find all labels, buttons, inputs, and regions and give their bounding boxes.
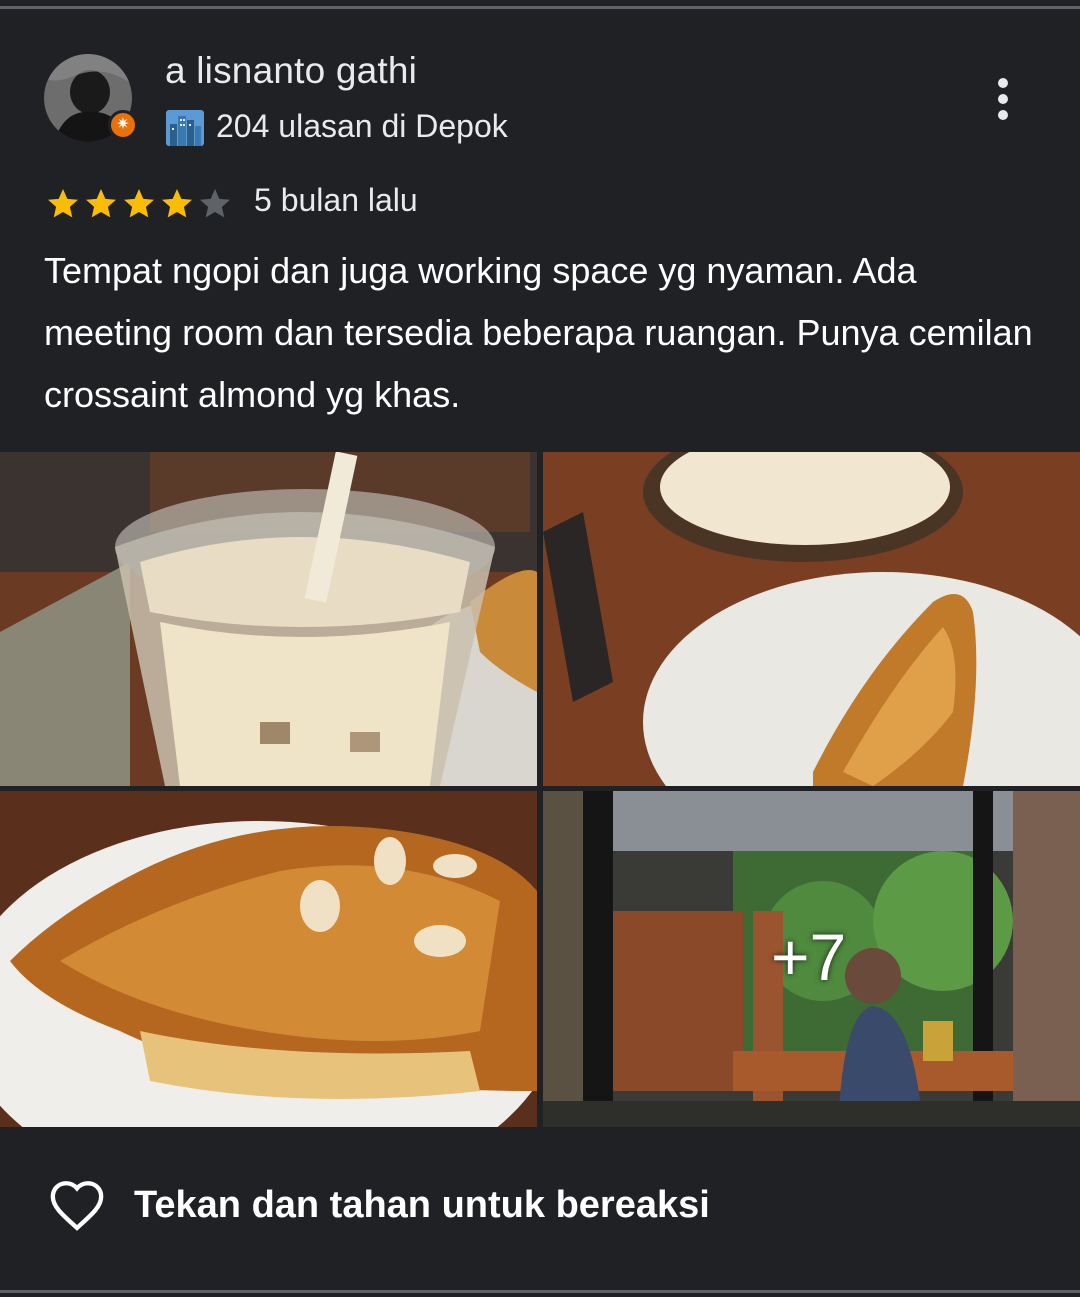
star-filled-icon	[162, 189, 192, 218]
reviewer-avatar[interactable]: ✷	[44, 54, 138, 142]
more-vert-icon[interactable]	[990, 78, 1016, 122]
local-guide-badge-icon: ✷	[108, 110, 138, 140]
review-text: Tempat ngopi dan juga working space yg n…	[44, 250, 1033, 415]
react-label: Tekan dan tahan untuk bereaksi	[134, 1183, 710, 1226]
bottom-divider	[0, 1290, 1080, 1293]
top-divider	[0, 6, 1080, 9]
latte-and-croissant-photo[interactable]	[543, 452, 1080, 786]
react-button[interactable]: Tekan dan tahan untuk bereaksi	[48, 1175, 768, 1235]
heart-outline-icon	[50, 1181, 104, 1231]
cafe-entrance-photo[interactable]: +7	[543, 791, 1080, 1127]
city-icon	[166, 110, 204, 146]
iced-latte-photo[interactable]	[0, 452, 537, 786]
reviewer-review-count[interactable]: 204 ulasan di Depok	[216, 108, 508, 145]
star-filled-icon	[86, 189, 116, 218]
review-time: 5 bulan lalu	[254, 182, 418, 218]
almond-croissant-photo[interactable]	[0, 791, 537, 1127]
star-empty-icon	[200, 189, 230, 218]
star-filled-icon	[124, 189, 154, 218]
star-filled-icon	[48, 189, 78, 218]
more-photos-count[interactable]: +7	[771, 919, 846, 995]
reviewer-name[interactable]: a lisnanto gathi	[165, 50, 417, 92]
star-rating	[44, 186, 234, 222]
